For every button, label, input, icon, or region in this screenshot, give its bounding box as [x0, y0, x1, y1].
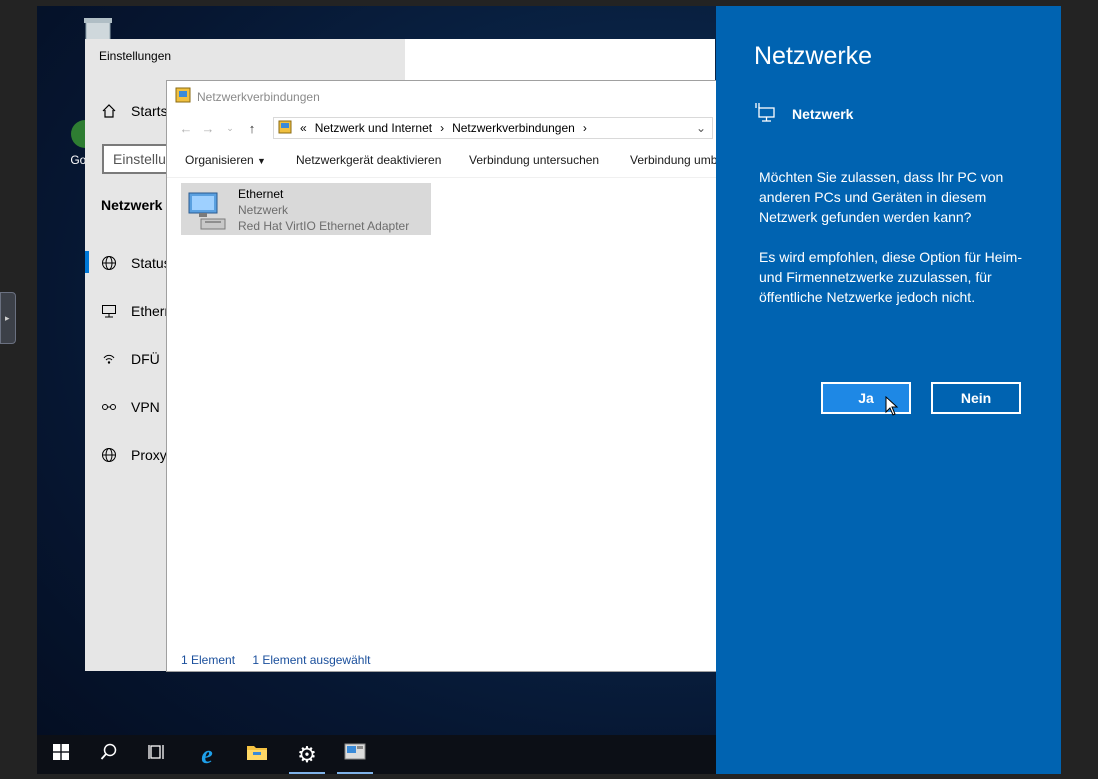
settings-search-placeholder: Einstellun	[113, 151, 174, 167]
search-icon	[100, 743, 118, 766]
address-row: ← → ⌄ ↑ « Netzwerk und Internet › Netzwe…	[175, 117, 735, 139]
nav-item-vpn[interactable]: VPN	[101, 399, 160, 415]
viewer-side-tab[interactable]: ▸	[0, 292, 16, 344]
ethernet-connection-item[interactable]: Ethernet Netzwerk Red Hat VirtIO Etherne…	[181, 183, 431, 235]
nav-item-vpn-label: VPN	[131, 399, 160, 415]
organize-button[interactable]: Organisieren ▼	[185, 153, 266, 167]
connection-name: Ethernet	[238, 187, 284, 201]
nav-item-status-label: Status	[131, 255, 171, 271]
nav-item-dialup[interactable]: DFÜ	[101, 351, 160, 367]
discovery-recommendation: Es wird empfohlen, diese Option für Heim…	[759, 249, 1022, 305]
remote-viewer-frame: ▸ Pa Goog Einstellungen Starts Einstell	[0, 0, 1098, 779]
settings-titlebar[interactable]: Einstellungen	[85, 39, 405, 80]
forward-arrow-icon[interactable]: →	[197, 121, 219, 136]
vpn-icon	[101, 399, 117, 415]
nav-item-ethernet[interactable]: Ethern	[101, 303, 172, 319]
settings-titlebar-right	[405, 39, 715, 80]
breadcrumb-network-internet[interactable]: Netzwerk und Internet	[315, 121, 432, 135]
status-bar: 1 Element 1 Element ausgewählt	[181, 653, 370, 667]
file-explorer-icon	[246, 743, 268, 766]
task-view-button[interactable]	[133, 735, 181, 774]
explorer-title: Netzwerkverbindungen	[197, 89, 320, 104]
file-explorer-button[interactable]	[233, 735, 281, 774]
command-bar: Organisieren ▼ Netzwerkgerät deaktiviere…	[167, 143, 725, 178]
ethernet-icon	[101, 303, 117, 319]
start-button[interactable]	[37, 735, 85, 774]
address-bar[interactable]: « Netzwerk und Internet › Netzwerkverbin…	[273, 117, 713, 139]
network-connections-icon	[344, 743, 366, 766]
connection-adapter: Red Hat VirtIO Ethernet Adapter	[238, 219, 410, 233]
nav-home[interactable]: Starts	[101, 103, 168, 119]
no-button[interactable]: Nein	[931, 382, 1021, 414]
task-view-icon	[148, 743, 166, 766]
dialup-icon	[101, 351, 117, 367]
back-arrow-icon[interactable]: ←	[175, 121, 197, 136]
settings-taskbar-button[interactable]: ⚙	[283, 735, 331, 774]
section-heading: Netzwerk u	[101, 197, 175, 213]
nav-item-proxy[interactable]: Proxy	[101, 447, 167, 463]
breadcrumb-network-connections[interactable]: Netzwerkverbindungen	[452, 121, 575, 135]
network-connections-taskbar-button[interactable]	[331, 735, 379, 774]
search-button[interactable]	[85, 735, 133, 774]
internet-explorer-icon: e	[201, 739, 213, 769]
explorer-window: Netzwerkverbindungen ← → ⌄ ↑ « Netzwerk …	[166, 80, 726, 672]
ethernet-icon	[754, 102, 776, 125]
breadcrumb-separator-icon: ›	[582, 121, 587, 135]
network-adapter-icon	[187, 189, 227, 236]
nav-item-status[interactable]: Status	[101, 255, 171, 271]
globe-icon	[101, 447, 117, 463]
connection-network: Netzwerk	[238, 203, 289, 217]
nav-home-label: Starts	[131, 103, 168, 119]
organize-label: Organisieren	[185, 153, 254, 167]
network-name: Netzwerk	[792, 105, 854, 122]
internet-explorer-button[interactable]: e	[183, 735, 231, 774]
settings-icon: ⚙	[297, 741, 317, 767]
globe-icon	[101, 255, 117, 271]
selection-indicator	[85, 251, 89, 273]
discovery-question: Möchten Sie zulassen, dass Ihr PC von an…	[759, 169, 1004, 225]
mouse-cursor-icon	[885, 395, 899, 419]
rename-connection-button[interactable]: Verbindung umb	[630, 153, 717, 167]
disable-device-button[interactable]: Netzwerkgerät deaktivieren	[296, 153, 441, 167]
breadcrumb-separator-icon: ›	[440, 121, 445, 135]
address-location-icon	[278, 120, 292, 137]
dropdown-arrow-icon: ▼	[257, 156, 266, 166]
home-icon	[101, 103, 117, 119]
flyout-title: Netzwerke	[754, 42, 873, 70]
address-dropdown-icon[interactable]: ⌄	[696, 121, 706, 135]
explorer-titlebar[interactable]: Netzwerkverbindungen	[175, 87, 320, 106]
breadcrumb-overflow-icon[interactable]: «	[300, 121, 307, 135]
nav-item-proxy-label: Proxy	[131, 447, 167, 463]
no-button-label: Nein	[960, 390, 992, 406]
yes-button[interactable]: Ja	[821, 382, 911, 416]
recent-dropdown-icon[interactable]: ⌄	[219, 123, 241, 134]
diagnose-connection-button[interactable]: Verbindung untersuchen	[469, 153, 599, 167]
network-flyout: Netzwerke Netzwerk Möchten Sie zulassen,…	[716, 6, 1061, 774]
network-connections-icon	[175, 87, 191, 106]
status-count: 1 Element	[181, 653, 236, 667]
start-icon	[53, 744, 69, 765]
status-selected: 1 Element ausgewählt	[252, 653, 371, 667]
network-entry: Netzwerk	[754, 102, 853, 125]
up-arrow-icon[interactable]: ↑	[241, 121, 263, 136]
yes-button-label: Ja	[858, 390, 874, 406]
settings-title: Einstellungen	[99, 49, 172, 63]
nav-item-dialup-label: DFÜ	[131, 351, 160, 367]
